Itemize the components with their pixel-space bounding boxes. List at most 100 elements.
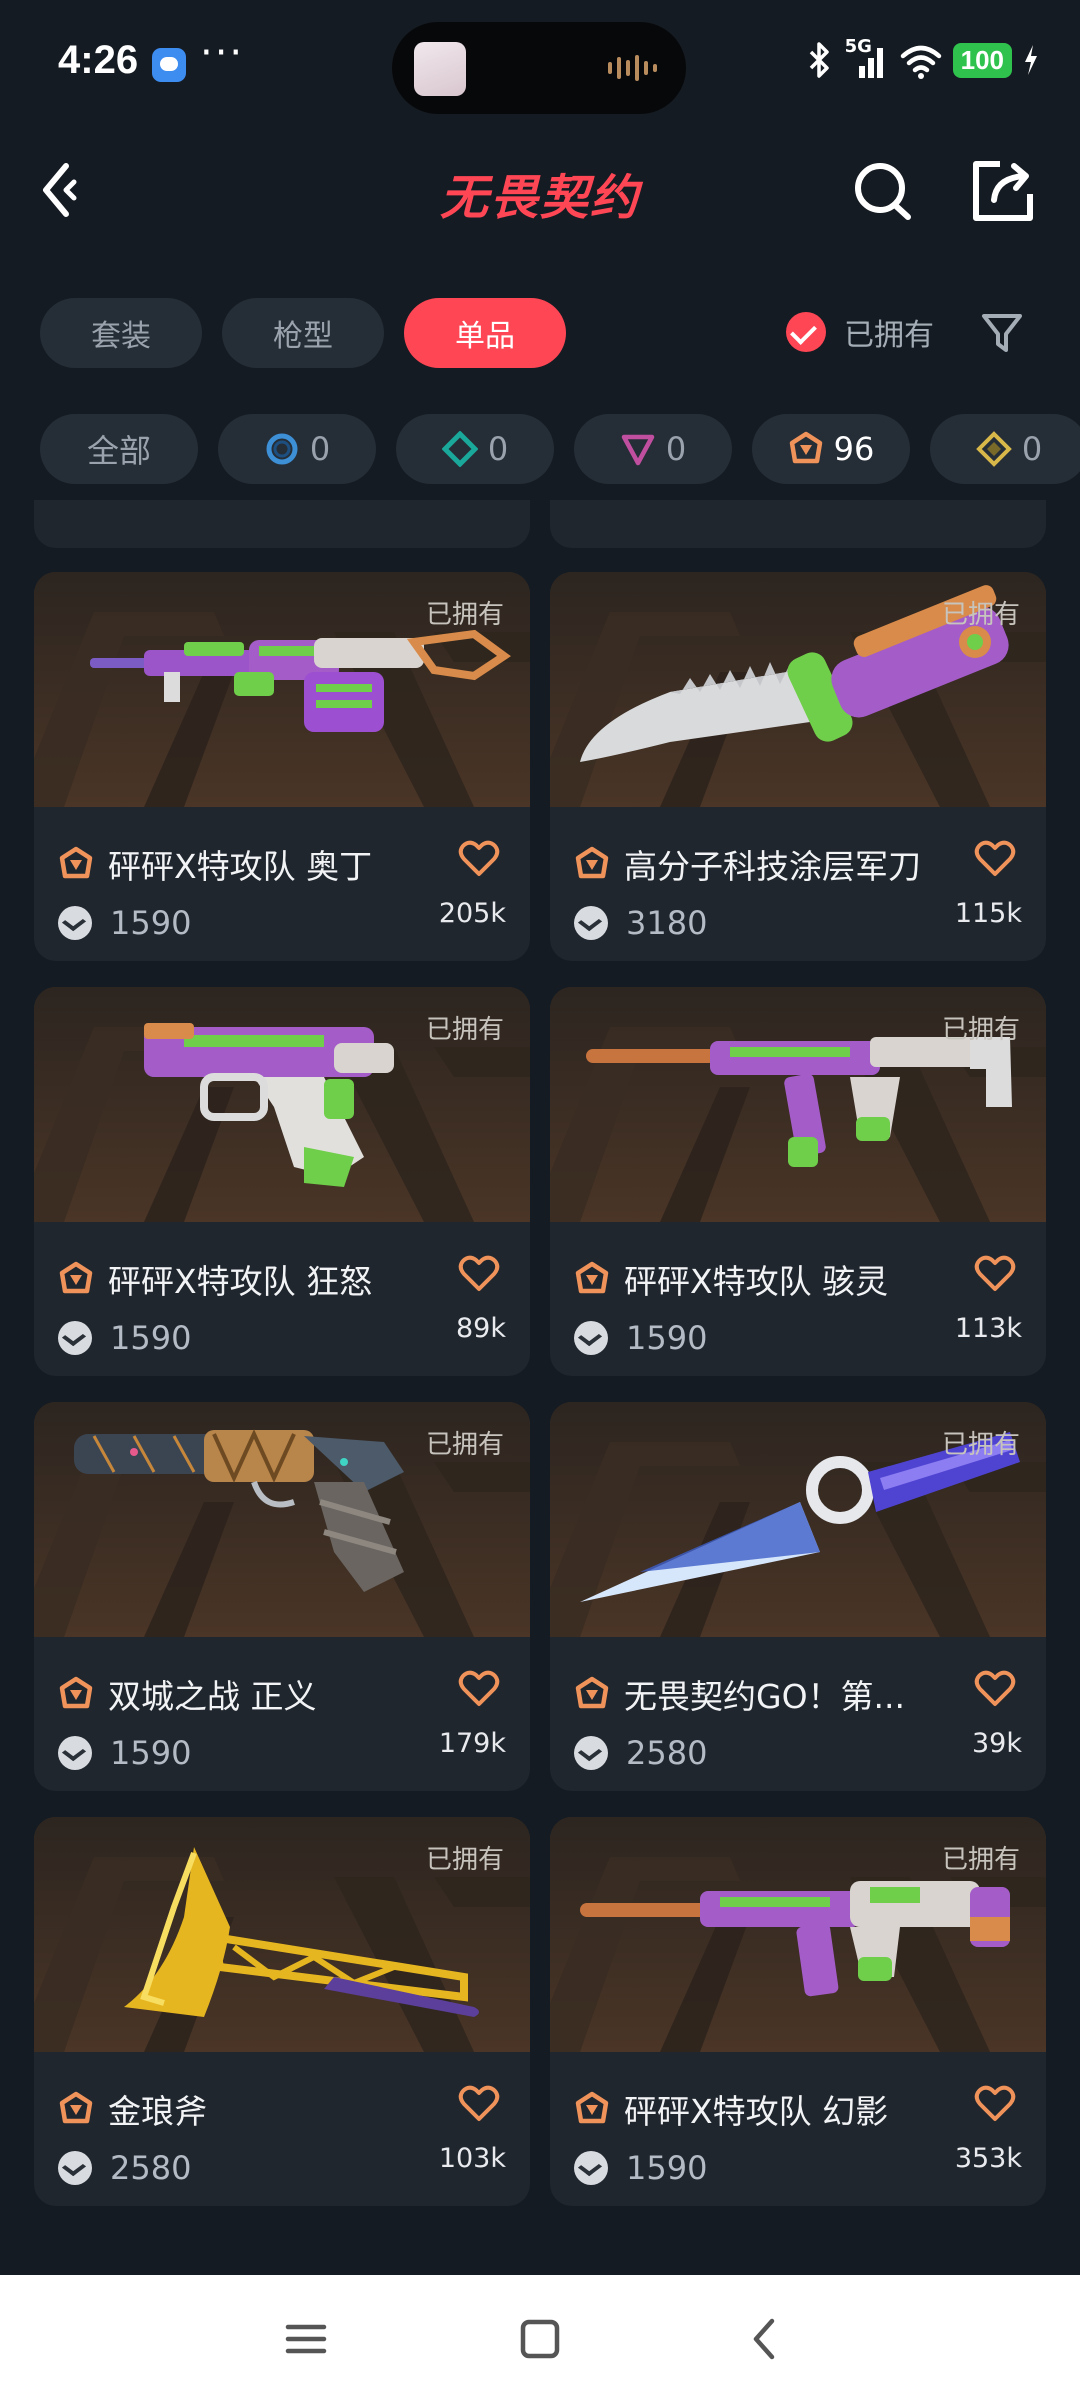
dynamic-island[interactable]	[392, 22, 686, 114]
item-name: 砰砰X特攻队 骇灵	[624, 1262, 889, 1301]
tier-chip-deluxe[interactable]: 0	[396, 414, 554, 484]
item-price: 1590	[626, 1319, 708, 1357]
vp-currency-icon	[58, 1736, 92, 1770]
tier-chip-premium[interactable]: 0	[574, 414, 732, 484]
bluetooth-icon	[809, 42, 829, 78]
tier-chip-select[interactable]: 0	[218, 414, 376, 484]
item-title-row: 双城之战 正义	[58, 1670, 448, 1718]
like-count: 205k	[438, 898, 506, 929]
item-card[interactable]: 已拥有 砰砰X特攻队 骇灵 1590 113k	[550, 987, 1046, 1376]
owned-tag: 已拥有	[425, 1015, 504, 1045]
item-price-row: 1590	[574, 2149, 707, 2187]
exclusive-tier-icon	[59, 2091, 93, 2124]
item-card[interactable]: 已拥有 砰砰X特攻队 狂怒 1590 89k	[34, 987, 530, 1376]
like-count: 353k	[954, 2143, 1022, 2174]
heart-icon[interactable]	[458, 838, 500, 878]
owned-tag: 已拥有	[941, 1015, 1020, 1045]
island-app-thumbnail	[414, 42, 466, 96]
item-image: 已拥有	[550, 987, 1046, 1222]
tier-chip-count: 0	[487, 430, 509, 468]
vp-currency-icon	[574, 2151, 608, 2185]
item-price: 2580	[110, 2149, 192, 2187]
home-square-icon[interactable]	[514, 2313, 566, 2365]
heart-icon[interactable]	[974, 1253, 1016, 1293]
vp-currency-icon	[58, 1321, 92, 1355]
item-price: 1590	[110, 1734, 192, 1772]
category-tabs: 套装 枪型 单品	[40, 298, 566, 368]
item-image: 已拥有	[34, 1402, 530, 1637]
item-image: 已拥有	[34, 1817, 530, 2052]
item-card[interactable]: 已拥有 双城之战 正义 1590 179k	[34, 1402, 530, 1791]
item-price: 1590	[626, 2149, 708, 2187]
tab-weapon-types[interactable]: 枪型	[222, 298, 384, 368]
item-card[interactable]: 已拥有 砰砰X特攻队 奥丁 1590 205k	[34, 572, 530, 961]
vp-currency-icon	[574, 1736, 608, 1770]
owned-tag: 已拥有	[425, 1845, 504, 1875]
tier-chip-ultra[interactable]: 0	[930, 414, 1080, 484]
item-name: 高分子科技涂层军刀	[624, 847, 921, 886]
audio-wave-icon	[608, 54, 658, 82]
item-price-row: 1590	[58, 1319, 191, 1357]
funnel-icon[interactable]	[978, 308, 1026, 356]
item-card[interactable]: 已拥有 金琅斧 2580 103k	[34, 1817, 530, 2206]
exclusive-tier-icon	[575, 846, 609, 879]
item-title-row: 无畏契约GO！第...	[574, 1670, 964, 1718]
like-count: 103k	[438, 2143, 506, 2174]
item-card[interactable]: 已拥有 砰砰X特攻队 幻影 1590 353k	[550, 1817, 1046, 2206]
item-image: 已拥有	[34, 572, 530, 807]
owned-tag: 已拥有	[425, 600, 504, 630]
tier-chip-count: 0	[1021, 430, 1043, 468]
owned-filter-label: 已拥有	[844, 318, 934, 353]
heart-icon[interactable]	[458, 2083, 500, 2123]
item-price: 1590	[110, 904, 192, 942]
previous-card-edge	[34, 500, 530, 548]
app-header: 无畏契约	[0, 130, 1080, 250]
item-name: 砰砰X特攻队 狂怒	[108, 1262, 373, 1301]
signal-icon: 5G	[845, 36, 889, 80]
tab-items[interactable]: 单品	[404, 298, 566, 368]
search-icon[interactable]	[848, 154, 920, 226]
like-count: 39k	[972, 1728, 1022, 1759]
menu-icon[interactable]	[280, 2313, 332, 2365]
heart-icon[interactable]	[974, 1668, 1016, 1708]
previous-card-edge	[550, 500, 1046, 548]
tab-bundles[interactable]: 套装	[40, 298, 202, 368]
exclusive-tier-icon	[575, 2091, 609, 2124]
more-notifications-icon: ···	[200, 30, 245, 76]
owned-tag: 已拥有	[425, 1430, 504, 1460]
heart-icon[interactable]	[458, 1253, 500, 1293]
share-icon[interactable]	[966, 154, 1038, 226]
tier-chip-count: 0	[309, 430, 331, 468]
item-price: 3180	[626, 904, 708, 942]
status-icons: 5G 100	[805, 36, 1040, 80]
tier-chip-exclusive[interactable]: 96	[752, 414, 910, 484]
item-grid-scroll[interactable]: 已拥有 砰砰X特攻队 奥丁 1590 205k 已拥有 高分子科技涂层军刀 31…	[0, 500, 1080, 2275]
exclusive-tier-icon	[59, 1676, 93, 1709]
item-title-row: 高分子科技涂层军刀	[574, 840, 964, 888]
heart-icon[interactable]	[974, 2083, 1016, 2123]
item-card[interactable]: 已拥有 无畏契约GO！第... 2580 39k	[550, 1402, 1046, 1791]
charging-icon	[1025, 45, 1037, 75]
exclusive-tier-icon	[59, 846, 93, 879]
item-price-row: 3180	[574, 904, 707, 942]
select-tier-icon	[266, 433, 298, 465]
message-notification-icon	[152, 48, 186, 82]
battery-level: 100	[952, 42, 1012, 78]
item-image: 已拥有	[550, 1402, 1046, 1637]
system-navigation-bar	[0, 2275, 1080, 2400]
vp-currency-icon	[58, 2151, 92, 2185]
wifi-icon	[900, 45, 941, 79]
heart-icon[interactable]	[458, 1668, 500, 1708]
vp-currency-icon	[574, 1321, 608, 1355]
owned-filter-toggle[interactable]: 已拥有	[786, 310, 934, 354]
item-title-row: 砰砰X特攻队 幻影	[574, 2085, 964, 2133]
item-name: 双城之战 正义	[108, 1677, 317, 1716]
ultra-tier-icon	[975, 431, 1012, 467]
premium-tier-icon	[621, 434, 655, 466]
item-price-row: 1590	[58, 904, 191, 942]
heart-icon[interactable]	[974, 838, 1016, 878]
nav-back-icon[interactable]	[740, 2313, 792, 2365]
item-card[interactable]: 已拥有 高分子科技涂层军刀 3180 115k	[550, 572, 1046, 961]
tier-chip-all[interactable]: 全部	[40, 414, 198, 484]
item-price: 2580	[626, 1734, 708, 1772]
